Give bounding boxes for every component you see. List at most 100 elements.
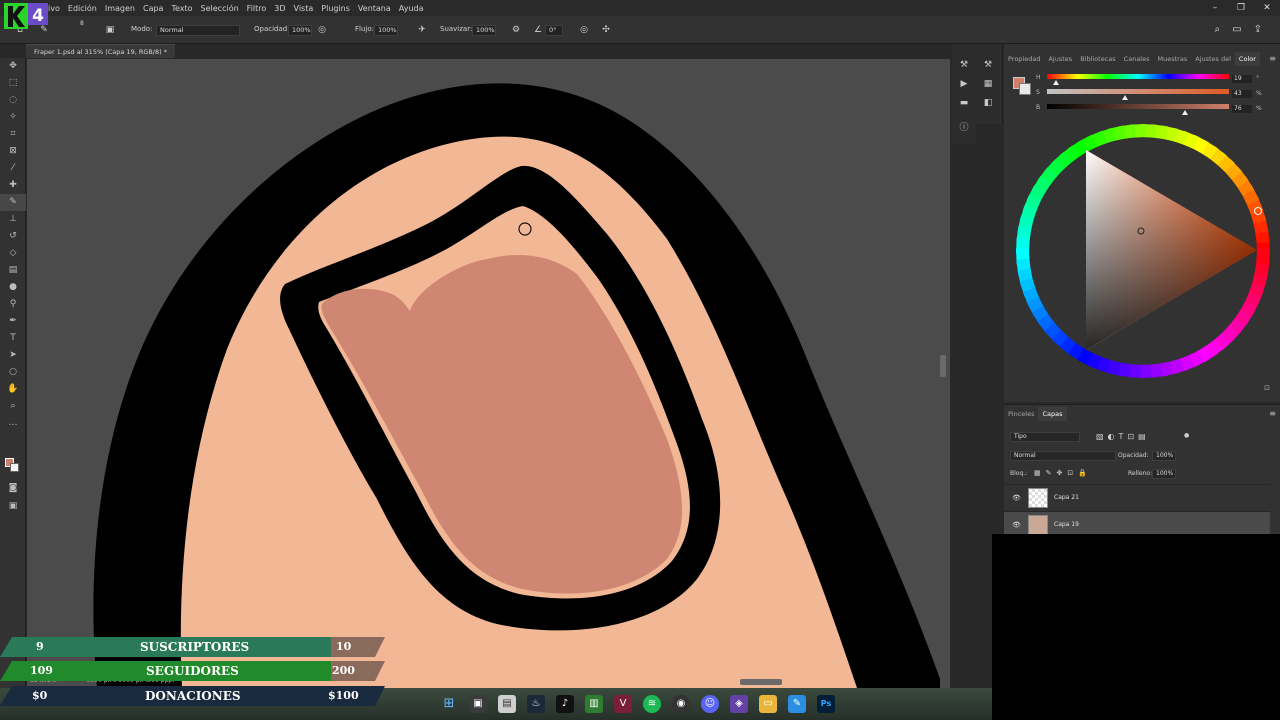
move-tool-icon[interactable]: ✥ (0, 58, 26, 75)
share-icon[interactable]: ⇪ (1254, 24, 1262, 35)
saturation-slider[interactable] (1047, 89, 1229, 94)
files-icon[interactable]: ▥ (585, 695, 603, 713)
discord-icon[interactable]: ☺ (701, 695, 719, 713)
flow-input[interactable]: 100% (374, 25, 398, 36)
more-tools-icon[interactable]: … (0, 415, 26, 432)
tab-adjustments[interactable]: Ajustes (1044, 52, 1076, 66)
brightness-slider[interactable] (1047, 104, 1229, 109)
angle-input[interactable]: 0° (545, 25, 563, 36)
stamp-tool-icon[interactable]: ⊥ (0, 211, 26, 228)
healing-tool-icon[interactable]: ✚ (0, 177, 26, 194)
paint-icon[interactable]: ✎ (788, 695, 806, 713)
frame-tool-icon[interactable]: ⊠ (0, 143, 26, 160)
pressure-opacity-icon[interactable]: ◎ (316, 24, 328, 36)
menu-imagen[interactable]: Imagen (101, 4, 139, 13)
saturation-slider-thumb[interactable] (1122, 95, 1129, 100)
maximize-icon[interactable]: ❐ (1228, 0, 1254, 16)
airbrush-icon[interactable]: ✈ (416, 24, 428, 36)
file-explorer-icon[interactable]: ▭ (759, 695, 777, 713)
layer-filter-select[interactable]: Tipo (1010, 432, 1080, 442)
windows-start-icon[interactable]: ⊞ (440, 695, 458, 713)
twitch-icon[interactable]: ◈ (730, 695, 748, 713)
angle-icon[interactable]: ∠ (532, 24, 544, 36)
layer-name[interactable]: Capa 21 (1054, 494, 1079, 501)
menu-ventana[interactable]: Ventana (354, 4, 395, 13)
pressure-size-icon[interactable]: ◎ (578, 24, 590, 36)
marquee-tool-icon[interactable]: ⬚ (0, 75, 26, 92)
zoom-tool-icon[interactable]: ⌕ (0, 398, 26, 415)
tiktok-icon[interactable]: ♪ (556, 695, 574, 713)
menu-capa[interactable]: Capa (139, 4, 167, 13)
layer-comps-icon[interactable]: ◧ (976, 94, 1000, 113)
eye-icon[interactable]: 👁 (1012, 494, 1021, 502)
background-color-swatch[interactable] (10, 463, 19, 472)
filter-toggle-icon[interactable]: ● (1184, 432, 1189, 439)
document-tab[interactable]: Fraper 1.psd al 315% (Capa 19, RGB/8) * (26, 44, 176, 58)
menu-vista[interactable]: Vista (290, 4, 318, 13)
menu-edicion[interactable]: Edición (64, 4, 101, 13)
steam-icon[interactable]: ♨ (527, 695, 545, 713)
notepad-icon[interactable]: ▤ (498, 695, 516, 713)
color-wheel[interactable] (1012, 120, 1274, 390)
mode-select[interactable]: Normal (156, 25, 240, 36)
brush-settings-icon[interactable]: ▣ (104, 24, 116, 36)
smoothing-input[interactable]: 100% (472, 25, 496, 36)
crop-tool-icon[interactable]: ⌗ (0, 126, 26, 143)
editor-icon[interactable]: V (614, 695, 632, 713)
symmetry-icon[interactable]: ✣ (600, 24, 612, 36)
fill-input[interactable]: 100% (1152, 469, 1176, 479)
tab-properties[interactable]: Propiedad (1004, 52, 1044, 66)
lock-icons[interactable]: ▦✎✥⊡🔒 (1034, 469, 1092, 477)
task-view-icon[interactable]: ▣ (469, 695, 487, 713)
color-background-swatch[interactable] (1019, 83, 1031, 95)
quick-select-tool-icon[interactable]: ✧ (0, 109, 26, 126)
brightness-slider-thumb[interactable] (1182, 110, 1189, 115)
play-icon[interactable]: ▶ (952, 75, 976, 94)
menu-plugins[interactable]: Plugins (317, 4, 354, 13)
menu-texto[interactable]: Texto (167, 4, 196, 13)
artwork-canvas[interactable] (27, 59, 950, 688)
tab-adjustments-presets[interactable]: Ajustes del (1191, 52, 1235, 66)
hue-ring-segment[interactable] (1256, 248, 1270, 265)
menu-ayuda[interactable]: Ayuda (395, 4, 428, 13)
brightness-input[interactable]: 76 (1232, 105, 1252, 113)
layer-filter-icons[interactable]: ▧◐T⊡▤ (1096, 432, 1150, 441)
layers-menu-icon[interactable]: ≡ (1269, 409, 1276, 418)
tab-color[interactable]: Color (1234, 52, 1260, 66)
menu-3d[interactable]: 3D (270, 4, 289, 13)
path-select-tool-icon[interactable]: ➤ (0, 347, 26, 364)
minimize-icon[interactable]: – (1202, 0, 1228, 16)
tab-brushes[interactable]: Pinceles (1004, 407, 1038, 421)
eye-icon[interactable]: 👁 (1012, 521, 1021, 529)
layer-row[interactable]: 👁 Capa 21 (1004, 484, 1270, 510)
lasso-tool-icon[interactable]: ◌ (0, 92, 26, 109)
horizontal-scrollbar[interactable] (740, 679, 782, 685)
close-icon[interactable]: ✕ (1254, 0, 1280, 16)
layer-opacity-input[interactable]: 100% (1152, 451, 1176, 461)
hand-tool-icon[interactable]: ✋ (0, 381, 26, 398)
menu-seleccion[interactable]: Selección (197, 4, 243, 13)
eyedropper-tool-icon[interactable]: ⁄ (0, 160, 26, 177)
search-icon[interactable]: ⌕ (1215, 24, 1221, 35)
brush-tool-icon[interactable]: ✎ (0, 194, 26, 211)
tab-swatches[interactable]: Muestras (1154, 52, 1192, 66)
hue-slider-thumb[interactable] (1053, 80, 1060, 85)
panel-menu-icon[interactable]: ≡ (1269, 54, 1276, 63)
tab-channels[interactable]: Canales (1120, 52, 1154, 66)
expand-icon[interactable]: ⊡ (1264, 384, 1270, 392)
eraser-tool-icon[interactable]: ◇ (0, 245, 26, 262)
text-tool-icon[interactable]: T (0, 330, 26, 347)
quick-mask-icon[interactable]: ◙ (0, 480, 26, 497)
info-icon[interactable]: ⓘ (952, 119, 976, 138)
brush-size-value[interactable]: 8 (80, 20, 84, 27)
blend-mode-select[interactable]: Normal (1010, 451, 1116, 461)
layer-name[interactable]: Capa 19 (1054, 521, 1079, 528)
tab-layers[interactable]: Capas (1038, 407, 1067, 421)
gradient-tool-icon[interactable]: ▤ (0, 262, 26, 279)
hue-slider[interactable] (1047, 74, 1229, 79)
screen-mode-icon[interactable]: ▣ (0, 498, 26, 515)
workspace-icon[interactable]: ▭ (1232, 24, 1241, 35)
tab-libraries[interactable]: Bibliotecas (1076, 52, 1119, 66)
opacity-input[interactable]: 100% (288, 25, 312, 36)
spotify-icon[interactable]: ≋ (643, 695, 661, 713)
